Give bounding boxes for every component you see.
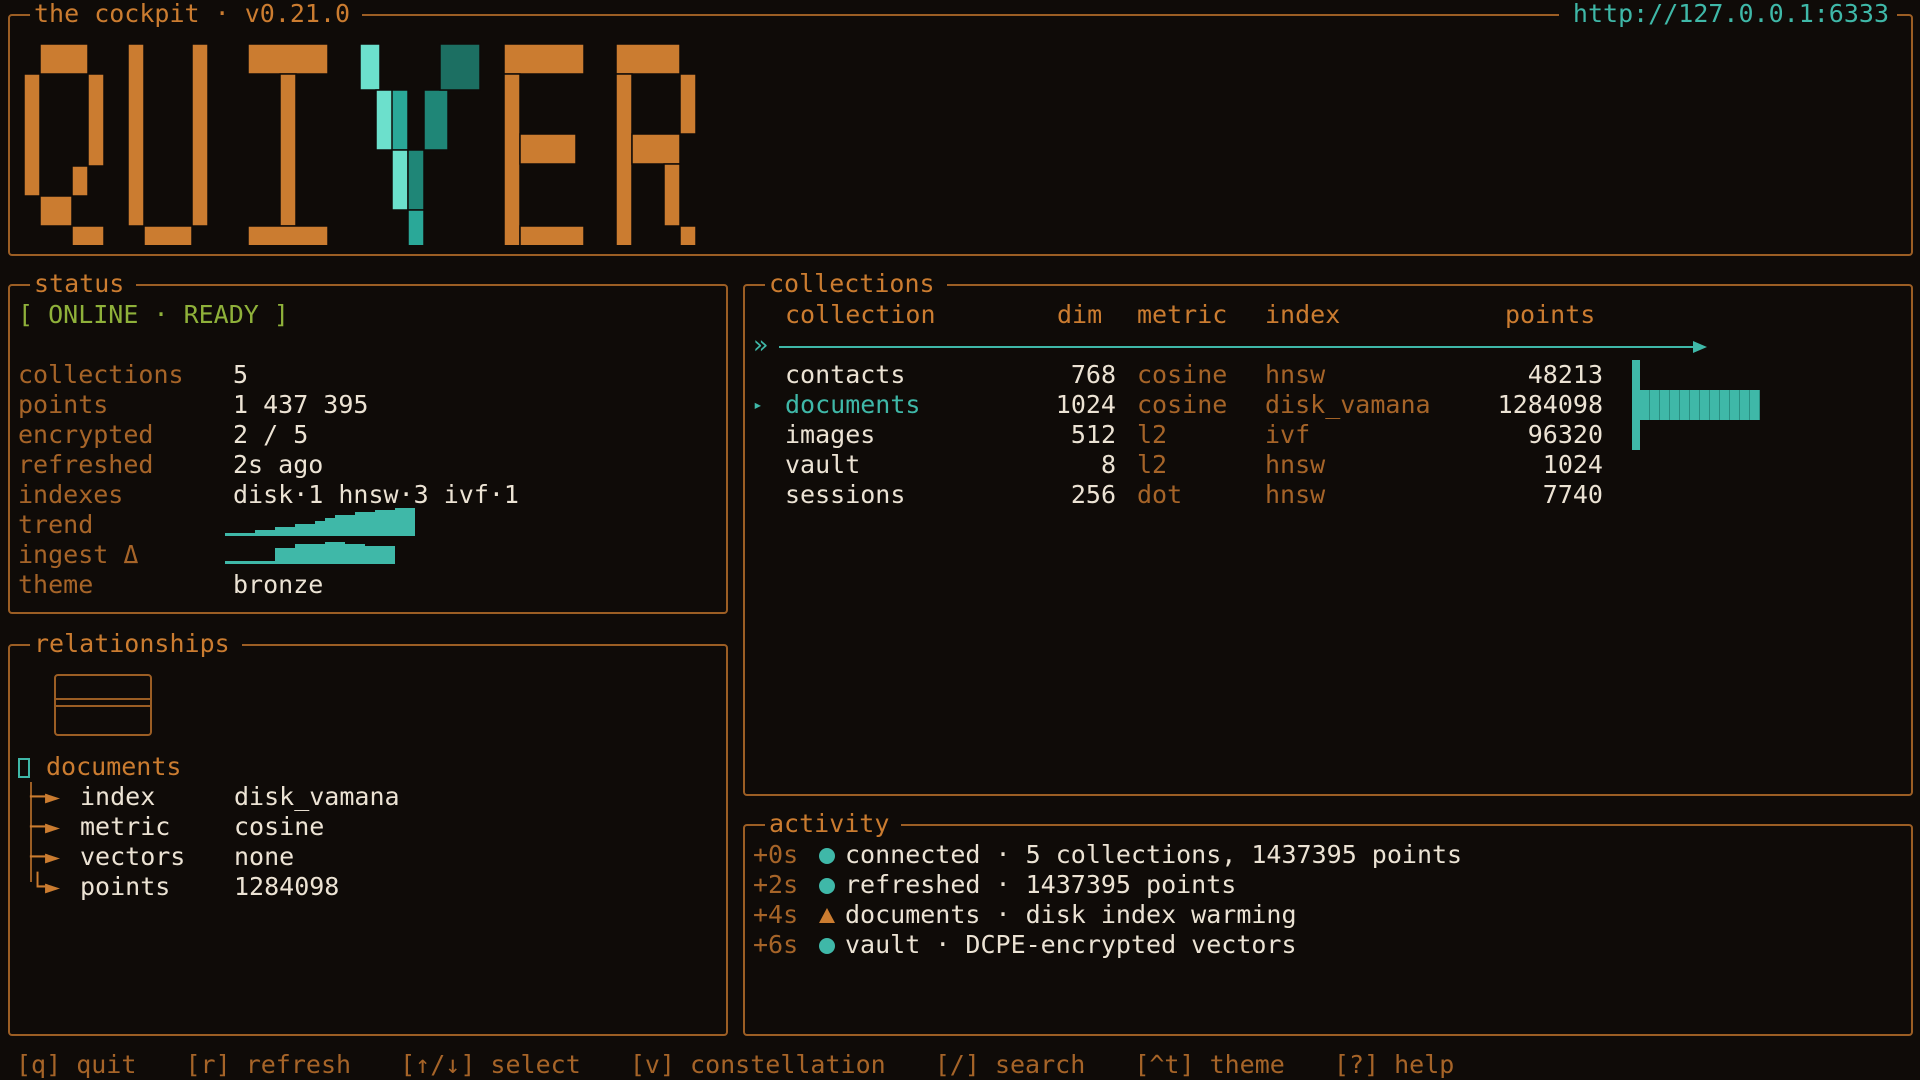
activity-panel: activity +0s connected · 5 collections, 1… [743,809,1913,1036]
ok-dot-icon [819,938,835,954]
keybinding-bar: [q] quit [r] refresh [↑/↓] select [v] co… [16,1050,1488,1080]
col-header-points[interactable]: points [1505,300,1595,330]
search-key[interactable]: [/] search [935,1050,1086,1079]
app-title: the cockpit · v0.21.0 [30,0,363,29]
header-divider: » [753,330,1713,360]
relationship-node-icon [54,674,152,736]
points-bar-chart [1632,360,1772,450]
selection-marker-icon: ▸ [753,395,763,414]
collection-row[interactable]: vault 8 l2 hnsw 1024 [745,450,1911,480]
collections-panel: collections collection dim metric index … [743,269,1913,796]
quiver-logo [23,43,697,245]
online-status: [ ONLINE · READY ] [18,300,289,329]
trend-sparkline [225,508,425,536]
activity-event: +4s documents · disk index warming [753,900,1297,929]
theme-key[interactable]: [^t] theme [1134,1050,1285,1079]
help-key[interactable]: [?] help [1334,1050,1454,1079]
header-panel: the cockpit · v0.21.0 http://127.0.0.1:6… [8,0,1913,256]
quit-key[interactable]: [q] quit [16,1050,136,1079]
col-header-collection[interactable]: collection [785,300,936,330]
constellation-key[interactable]: [v] constellation [630,1050,886,1079]
activity-event: +6s vault · DCPE-encrypted vectors [753,930,1297,959]
col-header-index[interactable]: index [1265,300,1340,330]
col-header-dim[interactable]: dim [1057,300,1102,330]
relationships-panel: relationships documents ─► index disk_va… [8,629,728,1036]
activity-event: +2s refreshed · 1437395 points [753,870,1237,899]
collections-title: collections [765,269,947,299]
ingest-sparkline [225,540,425,564]
collection-node-icon [18,758,30,778]
relationships-title: relationships [30,629,242,659]
status-panel: status [ ONLINE · READY ] collections 5 p… [8,269,728,614]
server-url[interactable]: http://127.0.0.1:6333 [1558,0,1897,29]
status-title: status [30,269,137,299]
collection-row[interactable]: sessions 256 dot hnsw 7740 [745,480,1911,510]
refresh-key[interactable]: [r] refresh [185,1050,351,1079]
tree-root[interactable]: documents [18,752,181,782]
ok-dot-icon [819,878,835,894]
col-header-metric[interactable]: metric [1137,300,1227,330]
ok-dot-icon [819,848,835,864]
select-key[interactable]: [↑/↓] select [400,1050,581,1079]
activity-title: activity [765,809,902,839]
activity-event: +0s connected · 5 collections, 1437395 po… [753,840,1463,869]
warning-triangle-icon [819,908,835,923]
